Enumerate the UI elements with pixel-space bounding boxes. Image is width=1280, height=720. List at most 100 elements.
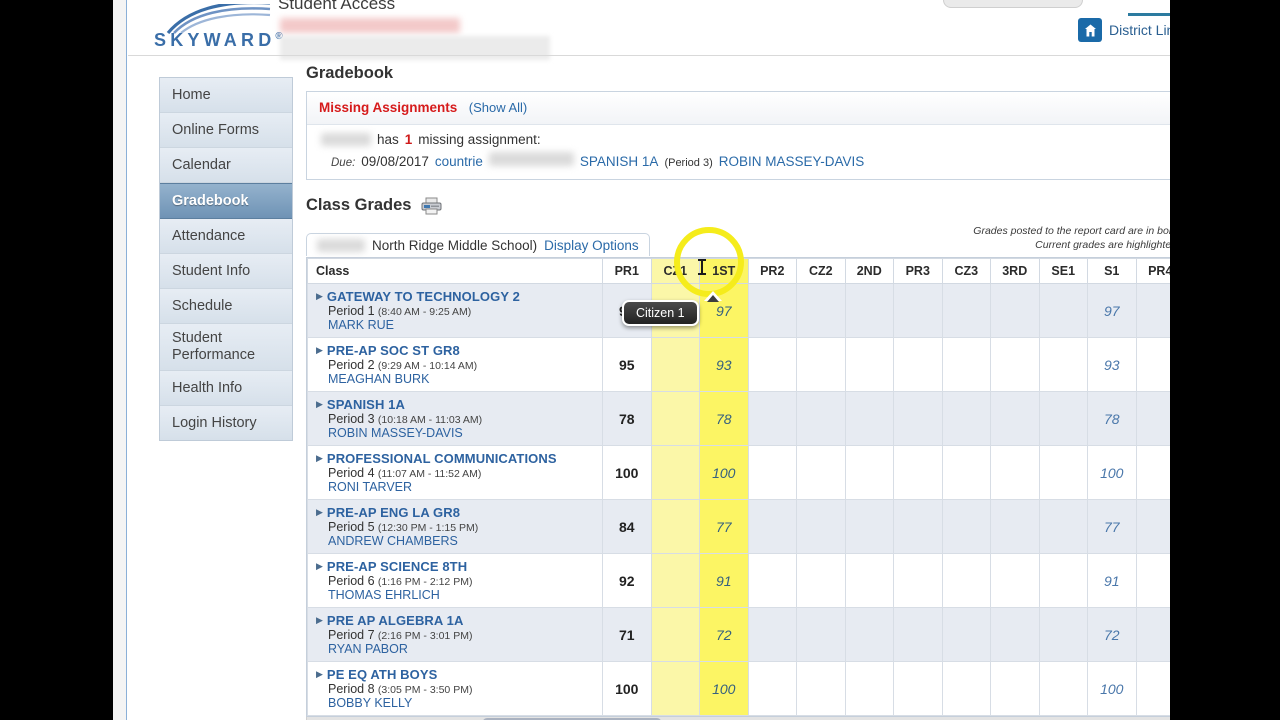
cell-3rd xyxy=(990,553,1040,608)
cell-pr4 xyxy=(1135,445,1170,500)
cell-cz2 xyxy=(796,661,846,716)
expand-triangle-icon[interactable]: ▶ xyxy=(316,505,323,519)
expand-triangle-icon[interactable]: ▶ xyxy=(316,289,323,303)
teacher-name-link[interactable]: RYAN PABOR xyxy=(328,642,596,656)
assignment-link[interactable]: countrie xyxy=(435,154,483,169)
cell-se1 xyxy=(1038,337,1088,392)
column-header-pr2[interactable]: PR2 xyxy=(747,258,797,284)
expand-triangle-icon[interactable]: ▶ xyxy=(316,613,323,627)
cell-2nd xyxy=(844,337,894,392)
teacher-name-link[interactable]: ANDREW CHAMBERS xyxy=(328,534,596,548)
column-header-cz3[interactable]: CZ3 xyxy=(941,258,991,284)
table-row[interactable]: ▶ PRE-AP ENG LA GR8 Period 5 (12:30 PM - 1… xyxy=(307,499,1170,554)
skyward-logo[interactable]: SKYWARD® xyxy=(154,4,283,54)
teacher-name-link[interactable]: THOMAS EHRLICH xyxy=(328,588,596,602)
period-label: Period 6 xyxy=(328,574,375,588)
teacher-name-link[interactable]: MEAGHAN BURK xyxy=(328,372,596,386)
sidebar-item-calendar[interactable]: Calendar xyxy=(160,148,292,183)
course-name-link[interactable]: PROFESSIONAL COMMUNICATIONS xyxy=(327,451,557,466)
class-info: ▶ PRE-AP SCIENCE 8TH Period 6 (1:16 PM - 2… xyxy=(308,554,602,607)
cell-pr1: 100 xyxy=(602,445,652,500)
decorative-teal-rule xyxy=(1128,13,1170,16)
school-selector-tab[interactable]: North Ridge Middle School) Display Optio… xyxy=(306,233,650,256)
course-name-link[interactable]: PRE-AP ENG LA GR8 xyxy=(327,505,460,520)
show-all-link[interactable]: (Show All) xyxy=(469,100,528,115)
table-row[interactable]: ▶ PROFESSIONAL COMMUNICATIONS Period 4 (11… xyxy=(307,445,1170,500)
period-time: (9:29 AM - 10:14 AM) xyxy=(377,360,478,372)
sidebar-item-login-history[interactable]: Login History xyxy=(160,406,292,441)
redacted-assignment-text xyxy=(488,152,574,166)
cell-pr1: 78 xyxy=(602,391,652,446)
course-name-link[interactable]: PE EQ ATH BOYS xyxy=(327,667,437,682)
sidebar-item-schedule[interactable]: Schedule xyxy=(160,289,292,324)
class-info: ▶ SPANISH 1A Period 3 (10:18 AM - 11:03 AM… xyxy=(308,392,602,445)
cell-cz1 xyxy=(650,337,700,392)
cell-cz2 xyxy=(796,391,846,446)
expand-triangle-icon[interactable]: ▶ xyxy=(316,451,323,465)
column-header-pr4[interactable]: PR4 xyxy=(1135,258,1170,284)
table-row[interactable]: ▶ GATEWAY TO TECHNOLOGY 2 Period 1 (8:40 A… xyxy=(307,283,1170,338)
teacher-link[interactable]: ROBIN MASSEY-DAVIS xyxy=(719,154,865,169)
sidebar-item-online-forms[interactable]: Online Forms xyxy=(160,113,292,148)
district-links-button[interactable]: District Links xyxy=(1078,18,1170,42)
expand-triangle-icon[interactable]: ▶ xyxy=(316,397,323,411)
table-row[interactable]: ▶ PE EQ ATH BOYS Period 8 (3:05 PM - 3:50 … xyxy=(307,661,1170,716)
table-row[interactable]: ▶ PRE-AP SOC ST GR8 Period 2 (9:29 AM - 10… xyxy=(307,337,1170,392)
class-info: ▶ PRE AP ALGEBRA 1A Period 7 (2:16 PM - 3:… xyxy=(308,608,602,661)
cell-class-info: ▶ PRE-AP SOC ST GR8 Period 2 (9:29 AM - 10… xyxy=(307,337,603,392)
course-name-link[interactable]: PRE-AP SCIENCE 8TH xyxy=(327,559,467,574)
teacher-name-link[interactable]: MARK RUE xyxy=(328,318,596,332)
expand-triangle-icon[interactable]: ▶ xyxy=(316,559,323,573)
column-header-pr3[interactable]: PR3 xyxy=(893,258,943,284)
page-left-gutter xyxy=(113,0,127,720)
redacted-student-name-inline xyxy=(321,133,371,146)
tooltip-label: Citizen 1 xyxy=(622,300,699,326)
table-row[interactable]: ▶ SPANISH 1A Period 3 (10:18 AM - 11:03 AM… xyxy=(307,391,1170,446)
column-header-pr1[interactable]: PR1 xyxy=(602,258,652,284)
sidebar-item-health-info[interactable]: Health Info xyxy=(160,371,292,407)
teacher-name-link[interactable]: BOBBY KELLY xyxy=(328,696,596,710)
cell-se1 xyxy=(1038,553,1088,608)
course-name-link[interactable]: SPANISH 1A xyxy=(327,397,405,412)
cell-pr4 xyxy=(1135,607,1170,662)
period-row: Period 1 (8:40 AM - 9:25 AM) xyxy=(328,304,596,318)
column-header-3rd[interactable]: 3RD xyxy=(990,258,1040,284)
printer-icon[interactable] xyxy=(421,197,443,215)
cell-pr2 xyxy=(747,553,797,608)
period-time: (10:18 AM - 11:03 AM) xyxy=(377,414,483,426)
class-name-row: ▶ PRE-AP SOC ST GR8 xyxy=(316,343,596,358)
period-label: Period 2 xyxy=(328,358,375,372)
cell-1st: 93 xyxy=(699,337,749,392)
course-link[interactable]: SPANISH 1A xyxy=(580,154,659,169)
column-header-class[interactable]: Class xyxy=(307,258,603,284)
teacher-name-link[interactable]: RONI TARVER xyxy=(328,480,596,494)
course-name-link[interactable]: PRE-AP SOC ST GR8 xyxy=(327,343,460,358)
teacher-name-link[interactable]: ROBIN MASSEY-DAVIS xyxy=(328,426,596,440)
column-header-cz2[interactable]: CZ2 xyxy=(796,258,846,284)
sidebar-item-home[interactable]: Home xyxy=(160,78,292,113)
cell-s1: 100 xyxy=(1087,445,1137,500)
class-name-row: ▶ PRE AP ALGEBRA 1A xyxy=(316,613,596,628)
table-row[interactable]: ▶ PRE-AP SCIENCE 8TH Period 6 (1:16 PM - 2… xyxy=(307,553,1170,608)
period-row: Period 3 (10:18 AM - 11:03 AM) xyxy=(328,412,596,426)
browser-page: SKYWARD® Student Access District Links H xyxy=(113,0,1170,720)
course-name-link[interactable]: PRE AP ALGEBRA 1A xyxy=(327,613,464,628)
column-header-2nd[interactable]: 2ND xyxy=(844,258,894,284)
sidebar-item-student-performance[interactable]: Student Performance xyxy=(160,324,292,372)
browser-search-box[interactable] xyxy=(943,0,1083,8)
class-grades-table-wrapper: Class PR1 CZ1 1ST PR2 CZ2 2ND PR3 CZ3 3R… xyxy=(306,257,1170,717)
expand-triangle-icon[interactable]: ▶ xyxy=(316,667,323,681)
column-header-s1[interactable]: S1 xyxy=(1087,258,1137,284)
main-navigation: Home Online Forms Calendar Gradebook Att… xyxy=(159,77,293,442)
cell-pr3 xyxy=(893,283,943,338)
sidebar-item-gradebook[interactable]: Gradebook xyxy=(160,183,292,219)
sidebar-item-attendance[interactable]: Attendance xyxy=(160,219,292,254)
school-building-icon xyxy=(1078,18,1102,42)
school-name: North Ridge Middle School) xyxy=(372,238,538,253)
display-options-link[interactable]: Display Options xyxy=(544,238,639,253)
expand-triangle-icon[interactable]: ▶ xyxy=(316,343,323,357)
column-header-se1[interactable]: SE1 xyxy=(1038,258,1088,284)
course-name-link[interactable]: GATEWAY TO TECHNOLOGY 2 xyxy=(327,289,520,304)
sidebar-item-student-info[interactable]: Student Info xyxy=(160,254,292,289)
table-row[interactable]: ▶ PRE AP ALGEBRA 1A Period 7 (2:16 PM - 3:… xyxy=(307,607,1170,662)
